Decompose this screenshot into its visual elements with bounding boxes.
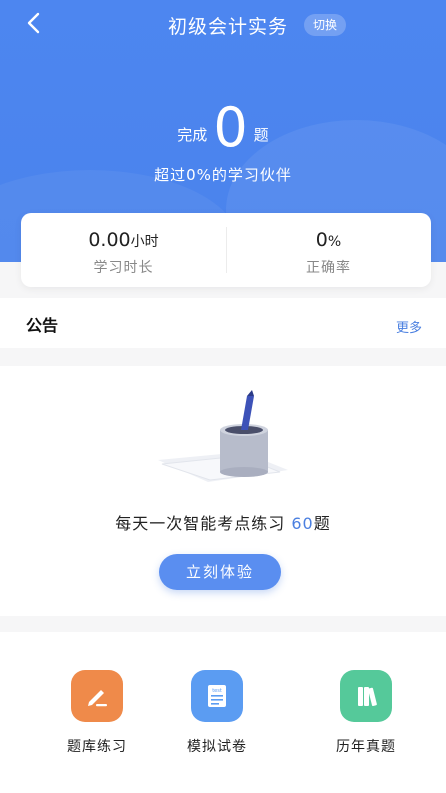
mock-exam-label: 模拟试卷 — [187, 739, 247, 755]
completed-prefix: 完成 — [177, 126, 208, 144]
mock-exam-entry[interactable]: test 模拟试卷 — [157, 670, 277, 756]
test-icon-text: test — [212, 688, 222, 694]
back-button[interactable] — [22, 10, 48, 36]
completed-suffix: 题 — [253, 126, 269, 144]
practice-entries: 题库练习 test 模拟试卷 历年真题 — [0, 632, 446, 793]
study-time-label: 学习时长 — [93, 260, 154, 276]
past-papers-entry[interactable]: 历年真题 — [306, 670, 426, 756]
try-now-button[interactable]: 立刻体验 — [159, 554, 281, 590]
notice-section: 公告 更多 — [0, 298, 446, 348]
books-icon — [340, 670, 392, 722]
accuracy-unit: % — [327, 234, 342, 250]
study-time-value: 0.00 — [88, 229, 131, 251]
notice-title: 公告 — [26, 316, 59, 335]
question-bank-label: 题库练习 — [67, 739, 127, 755]
pencil-cup-illustration — [158, 390, 288, 482]
daily-text-before: 每天一次智能考点练习 — [115, 514, 286, 533]
accuracy-value: 0 — [315, 229, 328, 251]
completed-count: 0 — [213, 96, 248, 159]
notice-more-link[interactable]: 更多 — [396, 317, 422, 336]
switch-subject-button[interactable]: 切换 — [304, 14, 346, 36]
study-time-stat: 0.00小时 学习时长 — [21, 213, 226, 287]
question-bank-entry[interactable]: 题库练习 — [37, 670, 157, 756]
daily-practice-text: 每天一次智能考点练习 60题 — [0, 510, 446, 534]
completed-summary: 完成 0 题 — [0, 96, 446, 159]
stats-card: 0.00小时 学习时长 0% 正确率 — [21, 213, 431, 287]
daily-practice-card: 每天一次智能考点练习 60题 立刻体验 — [0, 366, 446, 616]
chevron-left-icon — [27, 12, 40, 34]
accuracy-stat: 0% 正确率 — [226, 213, 431, 287]
study-time-unit: 小时 — [130, 234, 159, 250]
page-title: 初级会计实务 — [168, 16, 289, 38]
daily-question-count: 60 — [291, 514, 314, 533]
pen-icon — [71, 670, 123, 722]
accuracy-label: 正确率 — [306, 260, 351, 276]
ranking-text: 超过0%的学习伙伴 — [154, 166, 292, 184]
test-paper-icon: test — [191, 670, 243, 722]
past-papers-label: 历年真题 — [336, 739, 396, 755]
daily-text-after: 题 — [313, 514, 331, 533]
